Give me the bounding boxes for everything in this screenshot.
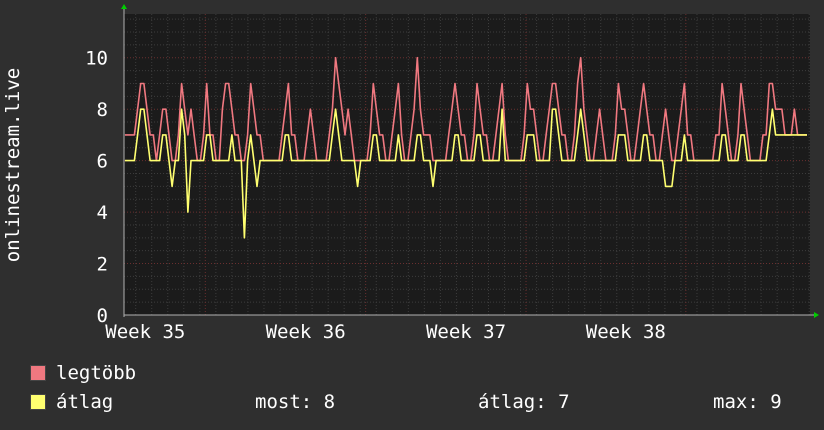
y-tick-label: 2 (97, 254, 108, 276)
stat-average: átlag: 7 (478, 391, 570, 413)
plot-area (124, 14, 810, 315)
chart: 0246810 Week 35 Week 36 Week 37 Week 38 onl… (2, 4, 819, 343)
y-axis-arrow (121, 4, 127, 9)
stat-now: most: 8 (255, 391, 336, 413)
x-tick-label: Week 36 (266, 321, 346, 343)
x-tick-label: Week 38 (586, 321, 666, 343)
x-tick-label: Week 37 (426, 321, 506, 343)
y-tick-label: 6 (97, 151, 108, 173)
stat-max: max: 9 (713, 391, 782, 413)
x-tick-label: Week 35 (105, 321, 185, 343)
legend-item-max: legtöbb (30, 362, 136, 384)
legend-label-avg: átlag (56, 391, 114, 413)
y-tick-label: 8 (97, 99, 108, 121)
legend-label-max: legtöbb (56, 362, 137, 384)
legend-swatch-avg (30, 394, 46, 410)
y-tick-label: 10 (85, 48, 108, 70)
x-axis-arrow (814, 312, 819, 318)
x-tick-labels: Week 35 Week 36 Week 37 Week 38 (105, 321, 666, 343)
legend-swatch-max (30, 365, 46, 381)
y-axis-label: onlinestream.live (2, 68, 24, 262)
y-tick-label: 4 (97, 202, 108, 224)
y-tick-labels: 0246810 (85, 48, 108, 327)
legend-item-avg: átlag (30, 391, 113, 413)
